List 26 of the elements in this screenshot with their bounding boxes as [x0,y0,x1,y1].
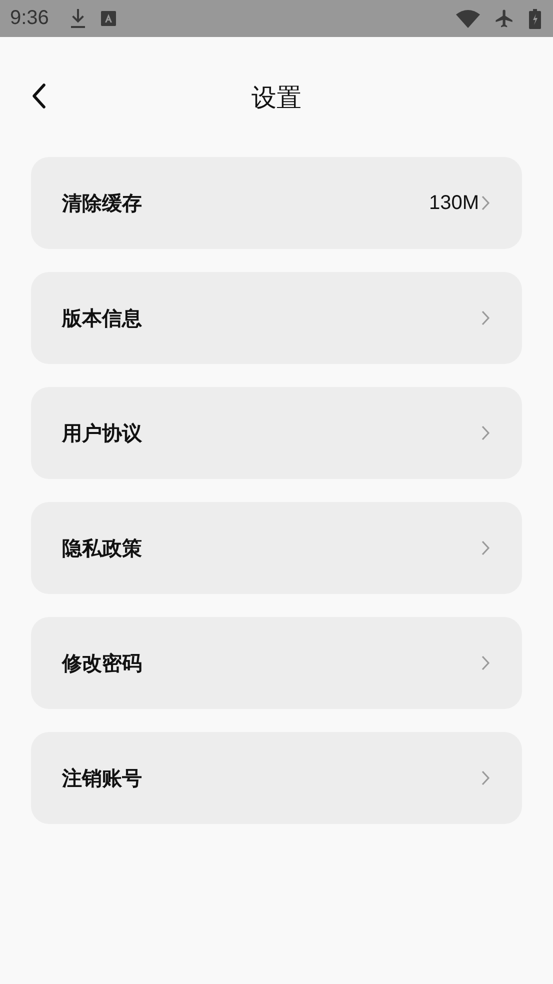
back-icon [31,83,47,109]
airplane-icon [494,8,515,29]
item-label: 清除缓存 [62,190,143,216]
chevron-icon [481,655,490,671]
item-label: 版本信息 [62,304,143,332]
chevron-icon [481,195,490,211]
chevron-icon [481,770,490,786]
download-icon [68,8,87,28]
settings-item[interactable]: 隐私政策 [31,502,522,594]
settings-item[interactable]: 用户协议 [31,387,522,479]
settings-item[interactable]: 注销账号 [31,732,522,824]
chevron-icon [481,425,490,441]
item-value: 130M [428,192,479,214]
settings-item[interactable]: 清除缓存 130M [31,157,522,249]
page-title: 设置 [252,82,302,114]
battery-icon [529,8,541,28]
chevron-icon [481,540,490,556]
item-label: 注销账号 [62,764,143,792]
item-label: 修改密码 [62,650,143,676]
item-label: 隐私政策 [62,534,143,562]
wifi-icon [456,10,480,28]
status-time: 9:36 [10,7,49,30]
chevron-icon [481,310,490,326]
settings-item[interactable]: 修改密码 [31,617,522,709]
settings-item[interactable]: 版本信息 [31,272,522,364]
item-label: 用户协议 [62,420,143,446]
